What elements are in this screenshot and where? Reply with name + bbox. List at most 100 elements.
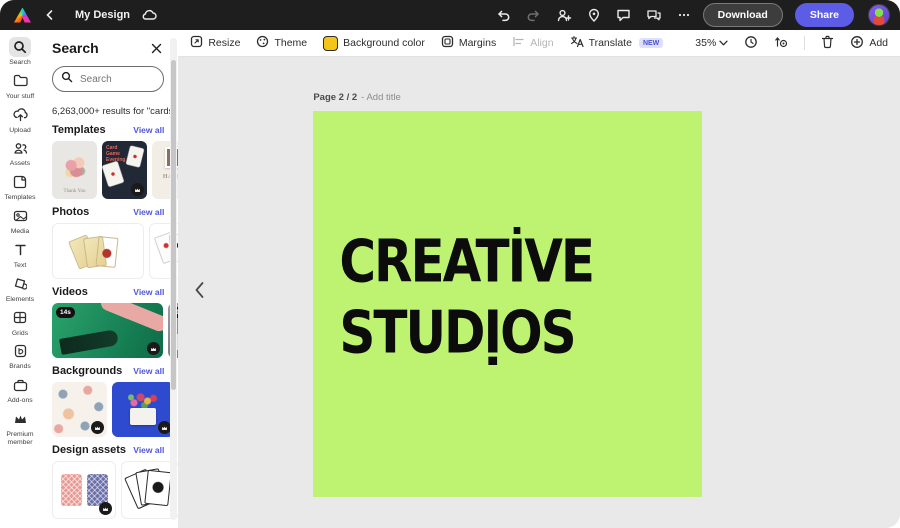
premium-crown-badge <box>147 342 160 355</box>
video-duration-badge: 14s <box>56 307 75 318</box>
trash-icon <box>821 35 834 52</box>
thumbnail-row <box>52 382 178 437</box>
sidebar-item-elements[interactable]: Elements <box>0 274 40 304</box>
search-results-count: 6,263,000+ results for "cards" <box>52 106 178 117</box>
section-design-assets: Design assets View all <box>52 444 178 519</box>
app-window: My Design Download Share <box>0 0 900 528</box>
sidebar-item-label: Premium member <box>1 431 39 447</box>
toolbar-item-label: Align <box>530 37 553 49</box>
left-rail: Search Your stuff Upload Assets Template… <box>0 30 40 528</box>
background-thumbnail-envelope[interactable] <box>112 382 174 437</box>
sidebar-item-search[interactable]: Search <box>0 37 40 67</box>
view-all-link[interactable]: View all <box>133 125 164 135</box>
search-input[interactable] <box>78 73 155 86</box>
asset-thumbnail-card-backs[interactable] <box>52 461 116 519</box>
add-circle-icon <box>850 35 864 52</box>
premium-crown-badge <box>91 421 104 434</box>
download-button[interactable]: Download <box>703 3 783 27</box>
thumbnail-row <box>52 461 178 519</box>
sidebar-item-add-ons[interactable]: Add-ons <box>0 375 40 405</box>
timer-button[interactable] <box>744 35 758 52</box>
text-icon <box>9 240 31 260</box>
add-collaborator-icon[interactable] <box>553 4 575 26</box>
theme-button[interactable]: Theme <box>256 35 307 51</box>
sidebar-item-upload[interactable]: Upload <box>0 105 40 135</box>
sidebar-item-premium-member[interactable]: Premium member <box>0 409 40 447</box>
video-thumbnail-card-table[interactable]: 14s <box>52 303 163 358</box>
sidebar-item-brands[interactable]: Brands <box>0 341 40 371</box>
view-all-link[interactable]: View all <box>133 445 164 455</box>
photo-thumbnail-aces[interactable] <box>52 223 144 279</box>
theme-icon <box>256 35 269 51</box>
sidebar-item-label: Text <box>1 262 39 270</box>
shield-icon <box>9 341 31 361</box>
addons-icon <box>9 375 31 395</box>
margins-button[interactable]: Margins <box>441 35 496 51</box>
sidebar-item-assets[interactable]: Assets <box>0 138 40 168</box>
template-thumbnail-thank-you[interactable]: Thank You <box>52 141 97 199</box>
share-button[interactable]: Share <box>795 3 854 27</box>
view-all-link[interactable]: View all <box>133 207 164 217</box>
card-spread-art <box>59 329 119 355</box>
sidebar-item-label: Templates <box>1 194 39 202</box>
premium-crown-badge <box>131 183 144 196</box>
premium-crown-badge <box>158 421 171 434</box>
toolbar-item-label: Resize <box>208 37 240 49</box>
search-input-box[interactable] <box>52 66 164 92</box>
search-icon <box>9 37 31 57</box>
magnifier-icon <box>61 70 73 88</box>
page-title-placeholder[interactable]: - Add title <box>361 92 401 103</box>
back-chevron-icon[interactable] <box>39 4 61 26</box>
more-icon[interactable] <box>673 4 695 26</box>
reorder-button[interactable] <box>774 35 788 52</box>
sidebar-item-label: Assets <box>1 160 39 168</box>
align-icon <box>512 35 525 51</box>
background-color-button[interactable]: Background color <box>323 36 425 51</box>
sidebar-item-label: Upload <box>1 127 39 135</box>
zoom-select[interactable]: 35% <box>695 37 728 49</box>
align-button: Align <box>512 35 553 51</box>
section-header: Templates View all <box>52 124 178 136</box>
people-icon <box>9 138 31 158</box>
user-avatar[interactable] <box>868 4 890 26</box>
adobe-express-logo[interactable] <box>14 8 31 23</box>
title-line-2: STUDỊOS <box>339 297 593 368</box>
resize-button[interactable]: Resize <box>190 35 240 51</box>
background-thumbnail-pattern[interactable] <box>52 382 107 437</box>
close-icon[interactable] <box>148 40 164 56</box>
sidebar-item-grids[interactable]: Grids <box>0 308 40 338</box>
template-thumbnail-card-game[interactable]: Card Game Evening <box>102 141 147 199</box>
document-title[interactable]: My Design <box>75 9 130 21</box>
cloud-status-icon <box>138 4 160 26</box>
comment-icon[interactable] <box>613 4 635 26</box>
top-bar: My Design Download Share <box>0 0 900 30</box>
section-title: Templates <box>52 124 106 136</box>
collapse-panel-button[interactable] <box>190 278 208 302</box>
section-videos: Videos View all 14s 19s <box>52 286 178 358</box>
page-label[interactable]: Page 2 / 2 - Add title <box>313 92 400 103</box>
canvas-page[interactable]: CREATİVE STUDỊOS <box>313 111 702 497</box>
zoom-value: 35% <box>695 37 716 49</box>
sidebar-item-text[interactable]: Text <box>0 240 40 270</box>
pin-icon[interactable] <box>583 4 605 26</box>
section-header: Videos View all <box>52 286 178 298</box>
translate-icon <box>570 35 584 51</box>
chevron-down-icon <box>719 37 728 49</box>
app-body: Search Your stuff Upload Assets Template… <box>0 30 900 528</box>
sidebar-item-your-stuff[interactable]: Your stuff <box>0 71 40 101</box>
delete-page-button[interactable] <box>821 35 834 52</box>
translate-button[interactable]: Translate NEW <box>570 35 664 51</box>
sidebar-item-label: Your stuff <box>1 93 39 101</box>
card-art <box>144 470 171 506</box>
chat-icon[interactable] <box>643 4 665 26</box>
add-page-button[interactable]: Add <box>850 35 888 52</box>
view-all-link[interactable]: View all <box>133 287 164 297</box>
canvas-title-text[interactable]: CREATİVE STUDỊOS <box>339 226 593 368</box>
undo-icon[interactable] <box>493 4 515 26</box>
title-line-1: CREATİVE <box>339 226 593 297</box>
view-all-link[interactable]: View all <box>133 366 164 376</box>
section-title: Backgrounds <box>52 365 122 377</box>
sidebar-item-templates[interactable]: Templates <box>0 172 40 202</box>
sidebar-item-media[interactable]: Media <box>0 206 40 236</box>
panel-scrollbar-thumb[interactable] <box>171 60 176 390</box>
